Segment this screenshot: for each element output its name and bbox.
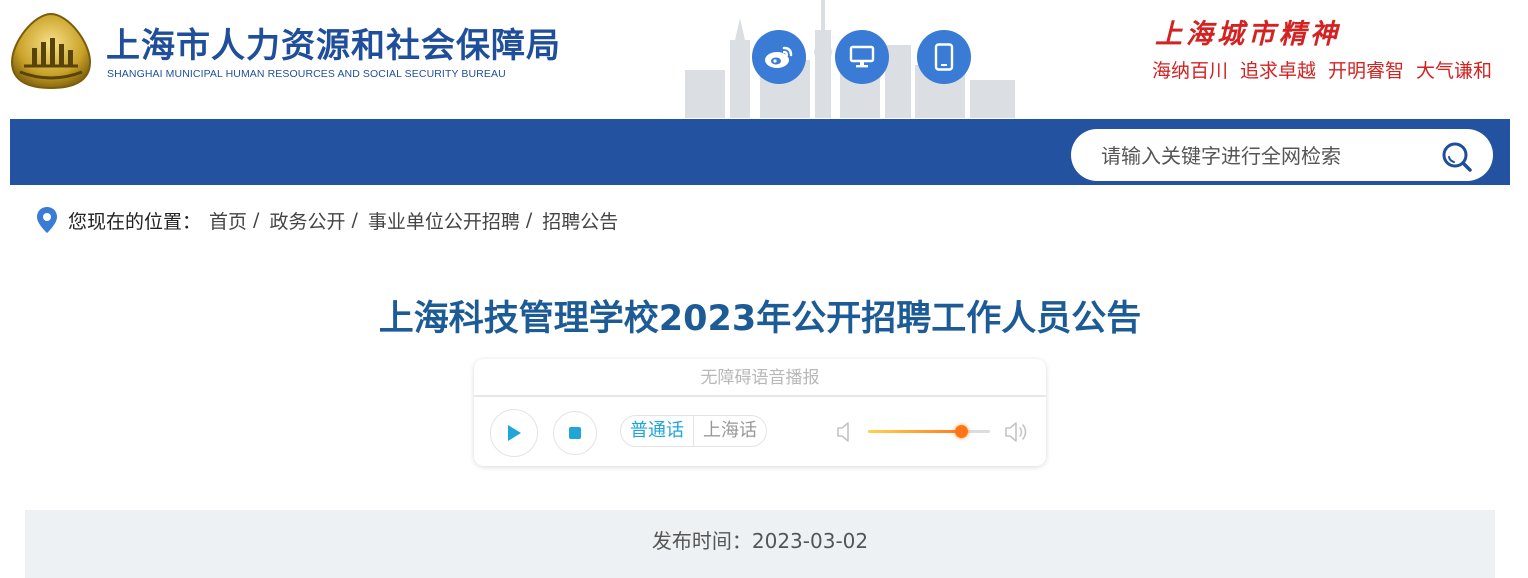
play-button[interactable] xyxy=(490,409,538,457)
play-icon xyxy=(508,425,521,441)
search-box xyxy=(1071,129,1493,181)
volume-fill xyxy=(868,430,961,433)
search-input[interactable] xyxy=(1099,139,1423,173)
breadcrumb-lead: 您现在的位置： xyxy=(68,210,202,233)
volume-high-icon[interactable] xyxy=(1004,420,1030,444)
language-toggle: 普通话 上海话 xyxy=(620,415,767,447)
article-title: 上海科技管理学校2023年公开招聘工作人员公告 xyxy=(378,299,1142,339)
language-shanghainese-option[interactable]: 上海话 xyxy=(694,416,766,446)
stop-button[interactable] xyxy=(553,411,597,455)
search-icon[interactable] xyxy=(1441,141,1473,173)
bureau-emblem-icon xyxy=(10,12,92,90)
volume-low-icon[interactable] xyxy=(836,420,852,444)
main-nav-bar xyxy=(10,119,1510,185)
breadcrumb: 您现在的位置： 首页 / 政务公开 / 事业单位公开招聘 / 招聘公告 xyxy=(36,205,618,235)
stop-icon xyxy=(569,427,581,439)
player-heading: 无障碍语音播报 xyxy=(700,368,820,388)
spirit-word: 追求卓越 xyxy=(1240,60,1317,82)
volume-slider[interactable] xyxy=(868,425,990,438)
spirit-word: 大气谦和 xyxy=(1416,60,1493,82)
org-name-en: SHANGHAI MUNICIPAL HUMAN RESOURCES AND S… xyxy=(107,68,506,80)
city-spirit-words: 海纳百川 追求卓越 开明睿智 大气谦和 xyxy=(1152,56,1492,83)
desktop-icon xyxy=(849,45,875,68)
breadcrumb-separator: / xyxy=(525,209,533,231)
org-name-cn: 上海市人力资源和社会保障局 xyxy=(106,26,561,66)
desktop-version-button[interactable] xyxy=(835,30,889,84)
breadcrumb-government-affairs[interactable]: 政务公开 xyxy=(269,207,345,234)
volume-handle[interactable] xyxy=(954,425,968,438)
weibo-button[interactable] xyxy=(752,30,806,84)
mobile-icon xyxy=(934,43,954,71)
publish-info-bar: 发布时间：2023-03-02 xyxy=(25,510,1495,578)
language-mandarin-option[interactable]: 普通话 xyxy=(621,416,694,446)
mobile-version-button[interactable] xyxy=(917,30,971,84)
accessibility-audio-player: 无障碍语音播报 普通话 上海话 xyxy=(474,359,1046,466)
city-spirit-title: 上海城市精神 xyxy=(1155,19,1341,50)
breadcrumb-home[interactable]: 首页 xyxy=(209,207,247,234)
spirit-word: 开明睿智 xyxy=(1328,60,1405,82)
spirit-word: 海纳百川 xyxy=(1152,60,1229,82)
weibo-icon xyxy=(765,46,793,68)
breadcrumb-recruitment-notice[interactable]: 招聘公告 xyxy=(542,207,618,234)
breadcrumb-separator: / xyxy=(253,209,260,231)
breadcrumb-public-recruitment[interactable]: 事业单位公开招聘 xyxy=(368,207,520,234)
location-pin-icon xyxy=(37,207,57,233)
site-header: 上海市人力资源和社会保障局 SHANGHAI MUNICIPAL HUMAN R… xyxy=(0,0,1528,118)
breadcrumb-separator: / xyxy=(351,209,358,231)
player-divider xyxy=(474,395,1046,397)
publish-date: 发布时间：2023-03-02 xyxy=(651,529,869,553)
